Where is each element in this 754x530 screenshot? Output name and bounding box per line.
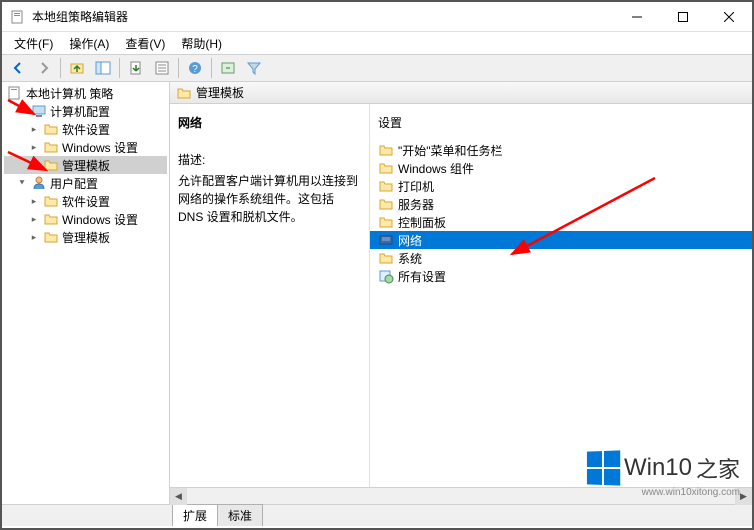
right-header: 管理模板 [170, 82, 752, 104]
folder-icon [176, 85, 192, 101]
expander-icon[interactable]: ▸ [28, 159, 40, 171]
filter-button[interactable] [242, 56, 266, 80]
scroll-left-icon[interactable]: ◀ [170, 488, 187, 505]
settings-list[interactable]: 设置 "开始"菜单和任务栏Windows 组件打印机服务器控制面板网络系统所有设… [370, 104, 752, 487]
list-item[interactable]: 服务器 [370, 195, 752, 213]
folder-icon [43, 193, 59, 209]
menubar: 文件(F) 操作(A) 查看(V) 帮助(H) [2, 32, 752, 54]
expander-icon[interactable]: ⯆ [16, 177, 28, 189]
list-item-label: 服务器 [398, 196, 434, 213]
list-item-label: 系统 [398, 250, 422, 267]
tab-standard[interactable]: 标准 [217, 504, 263, 526]
menu-view[interactable]: 查看(V) [117, 33, 173, 54]
list-item[interactable]: Windows 组件 [370, 159, 752, 177]
filter-options-button[interactable] [216, 56, 240, 80]
up-button[interactable] [65, 56, 89, 80]
header-title: 管理模板 [196, 84, 244, 101]
toolbar: ? [2, 54, 752, 82]
expander-icon[interactable]: ▸ [28, 123, 40, 135]
folder-icon [43, 229, 59, 245]
list-item-label: 网络 [398, 232, 422, 249]
tab-extended[interactable]: 扩展 [172, 504, 218, 526]
desc-label: 描述: [178, 151, 361, 168]
app-icon [10, 9, 26, 25]
tree-admin-templates[interactable]: ▸ 管理模板 [4, 156, 167, 174]
folder-icon [378, 214, 394, 230]
tree-user-software-settings[interactable]: ▸ 软件设置 [4, 192, 167, 210]
show-hide-tree-button[interactable] [91, 56, 115, 80]
tree-user-admin-templates[interactable]: ▸ 管理模板 [4, 228, 167, 246]
menu-file[interactable]: 文件(F) [6, 33, 61, 54]
watermark-suffix: 之家 [696, 452, 740, 484]
watermark-url: www.win10xitong.com [586, 487, 740, 498]
computer-icon [31, 103, 47, 119]
list-item-label: 所有设置 [398, 268, 446, 285]
expander-icon[interactable]: ▸ [28, 213, 40, 225]
folder-icon [43, 121, 59, 137]
description-pane: 网络 描述: 允许配置客户端计算机用以连接到网络的操作系统组件。这包括 DNS … [170, 104, 370, 487]
list-item-label: Windows 组件 [398, 160, 474, 177]
list-header[interactable]: 设置 [370, 108, 752, 141]
folder-icon [378, 196, 394, 212]
list-item-label: 控制面板 [398, 214, 446, 231]
list-item-label: 打印机 [398, 178, 434, 195]
watermark-brand: Win10 [624, 454, 692, 482]
help-button[interactable]: ? [183, 56, 207, 80]
user-icon [31, 175, 47, 191]
list-item[interactable]: 系统 [370, 249, 752, 267]
window-title: 本地组策略编辑器 [32, 8, 614, 25]
list-item[interactable]: 打印机 [370, 177, 752, 195]
maximize-button[interactable] [660, 2, 706, 32]
list-item-label: "开始"菜单和任务栏 [398, 142, 503, 159]
folder-icon [378, 178, 394, 194]
folder-icon [43, 157, 59, 173]
watermark: Win10 之家 www.win10xitong.com [586, 451, 740, 498]
right-pane: 管理模板 网络 描述: 允许配置客户端计算机用以连接到网络的操作系统组件。这包括… [170, 82, 752, 504]
tree-pane[interactable]: 本地计算机 策略 ⯆ 计算机配置 ▸ 软件设置 ▸ Windows 设置 ▸ 管… [2, 82, 170, 504]
list-item[interactable]: 控制面板 [370, 213, 752, 231]
list-item[interactable]: 网络 [370, 231, 752, 249]
folder-icon [378, 142, 394, 158]
forward-button[interactable] [32, 56, 56, 80]
expander-icon[interactable]: ▸ [28, 141, 40, 153]
expander-icon[interactable]: ▸ [28, 195, 40, 207]
tree-root[interactable]: 本地计算机 策略 [4, 84, 167, 102]
tree-user-windows-settings[interactable]: ▸ Windows 设置 [4, 210, 167, 228]
desc-title: 网络 [178, 114, 361, 131]
tree-user-config[interactable]: ⯆ 用户配置 [4, 174, 167, 192]
all-settings-icon [378, 268, 394, 284]
menu-help[interactable]: 帮助(H) [173, 33, 230, 54]
content-area: 本地计算机 策略 ⯆ 计算机配置 ▸ 软件设置 ▸ Windows 设置 ▸ 管… [2, 82, 752, 504]
window-controls [614, 2, 752, 32]
expander-icon[interactable]: ⯆ [16, 105, 28, 117]
tabs-row: 扩展 标准 [2, 504, 752, 526]
folder-icon [378, 160, 394, 176]
folder-icon [43, 139, 59, 155]
svg-text:?: ? [192, 64, 198, 75]
tree-windows-settings[interactable]: ▸ Windows 设置 [4, 138, 167, 156]
folder-icon [43, 211, 59, 227]
policy-icon [7, 85, 23, 101]
windows-logo-icon [587, 450, 620, 485]
tree-software-settings[interactable]: ▸ 软件设置 [4, 120, 167, 138]
minimize-button[interactable] [614, 2, 660, 32]
expander-icon[interactable]: ▸ [28, 231, 40, 243]
list-item[interactable]: 所有设置 [370, 267, 752, 285]
network-folder-icon [378, 232, 394, 248]
folder-icon [378, 250, 394, 266]
properties-button[interactable] [150, 56, 174, 80]
list-item[interactable]: "开始"菜单和任务栏 [370, 141, 752, 159]
export-button[interactable] [124, 56, 148, 80]
titlebar: 本地组策略编辑器 [2, 2, 752, 32]
menu-action[interactable]: 操作(A) [61, 33, 117, 54]
desc-text: 允许配置客户端计算机用以连接到网络的操作系统组件。这包括 DNS 设置和脱机文件… [178, 172, 361, 226]
tree-computer-config[interactable]: ⯆ 计算机配置 [4, 102, 167, 120]
back-button[interactable] [6, 56, 30, 80]
close-button[interactable] [706, 2, 752, 32]
